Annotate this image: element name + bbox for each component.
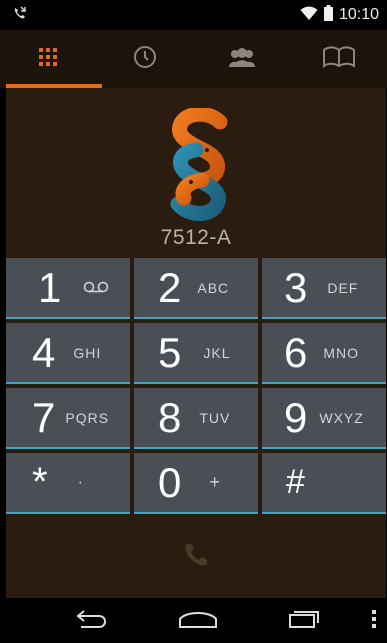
key-hash[interactable]: # bbox=[262, 453, 386, 514]
key-6[interactable]: 6 MNO bbox=[262, 323, 386, 384]
overflow-menu-button[interactable] bbox=[366, 598, 382, 643]
key-letters: TUV bbox=[199, 409, 231, 426]
key-9[interactable]: 9 WXYZ bbox=[262, 388, 386, 449]
back-icon bbox=[75, 609, 109, 633]
key-letters: PQRS bbox=[65, 409, 110, 426]
key-letters: MNO bbox=[323, 344, 360, 361]
account-label: 7512-A bbox=[160, 226, 232, 249]
dialpad: 1 2 ABC 3 DEF 4 GHI 5 JKL 6 MNO 7 PQRS 8… bbox=[6, 258, 386, 514]
status-bar: 10:10 bbox=[0, 0, 387, 30]
key-3[interactable]: 3 DEF bbox=[262, 258, 386, 319]
tab-directory[interactable] bbox=[290, 30, 387, 88]
recent-apps-button[interactable] bbox=[284, 598, 324, 643]
dialpad-grid-icon bbox=[39, 48, 58, 70]
key-digit: 3 bbox=[284, 263, 308, 311]
battery-icon bbox=[323, 5, 333, 25]
dialer-panel: 7512-A 1 2 ABC 3 DEF 4 GHI 5 JKL 6 MNO 7… bbox=[6, 88, 386, 598]
key-letters: · bbox=[77, 473, 84, 491]
key-digit: 1 bbox=[38, 263, 62, 311]
key-letters: + bbox=[209, 472, 221, 492]
key-letters: ABC bbox=[197, 279, 230, 296]
key-2[interactable]: 2 ABC bbox=[134, 258, 258, 319]
key-digit: 4 bbox=[32, 328, 56, 376]
key-7[interactable]: 7 PQRS bbox=[6, 388, 130, 449]
voicemail-icon bbox=[83, 278, 109, 297]
tab-recents[interactable] bbox=[97, 30, 194, 88]
key-digit: 9 bbox=[284, 393, 308, 441]
app-logo bbox=[158, 106, 238, 223]
missed-call-icon bbox=[12, 5, 28, 25]
key-digit: 6 bbox=[284, 328, 308, 376]
key-letters: GHI bbox=[73, 344, 102, 361]
key-5[interactable]: 5 JKL bbox=[134, 323, 258, 384]
key-digit: 2 bbox=[158, 263, 182, 311]
key-1[interactable]: 1 bbox=[6, 258, 130, 319]
key-digit: 8 bbox=[158, 393, 182, 441]
key-letters: JKL bbox=[203, 344, 231, 361]
key-digit: 0 bbox=[158, 458, 182, 506]
call-area bbox=[6, 516, 386, 598]
recent-apps-icon bbox=[288, 609, 320, 633]
phone-icon bbox=[182, 544, 210, 573]
key-digit: 5 bbox=[158, 328, 182, 376]
back-button[interactable] bbox=[70, 598, 114, 643]
key-digit: 7 bbox=[32, 393, 56, 441]
home-button[interactable] bbox=[175, 598, 221, 643]
key-0[interactable]: 0 + bbox=[134, 453, 258, 514]
tab-dialpad[interactable] bbox=[0, 30, 102, 88]
call-button[interactable] bbox=[182, 541, 210, 573]
key-letters: DEF bbox=[327, 279, 359, 296]
key-star[interactable]: * · bbox=[6, 453, 130, 514]
key-4[interactable]: 4 GHI bbox=[6, 323, 130, 384]
home-icon bbox=[178, 609, 218, 633]
system-nav-bar bbox=[0, 598, 387, 643]
key-letters: WXYZ bbox=[319, 409, 364, 426]
key-digit: # bbox=[286, 463, 305, 501]
status-time: 10:10 bbox=[338, 6, 379, 23]
tab-contacts[interactable] bbox=[194, 30, 291, 88]
overflow-menu-icon bbox=[372, 609, 376, 632]
key-8[interactable]: 8 TUV bbox=[134, 388, 258, 449]
contacts-group-icon bbox=[227, 47, 257, 71]
wifi-icon bbox=[300, 5, 318, 25]
key-digit: * bbox=[32, 460, 48, 504]
open-book-icon bbox=[322, 46, 355, 72]
clock-icon bbox=[133, 45, 157, 73]
tab-bar bbox=[0, 30, 387, 88]
